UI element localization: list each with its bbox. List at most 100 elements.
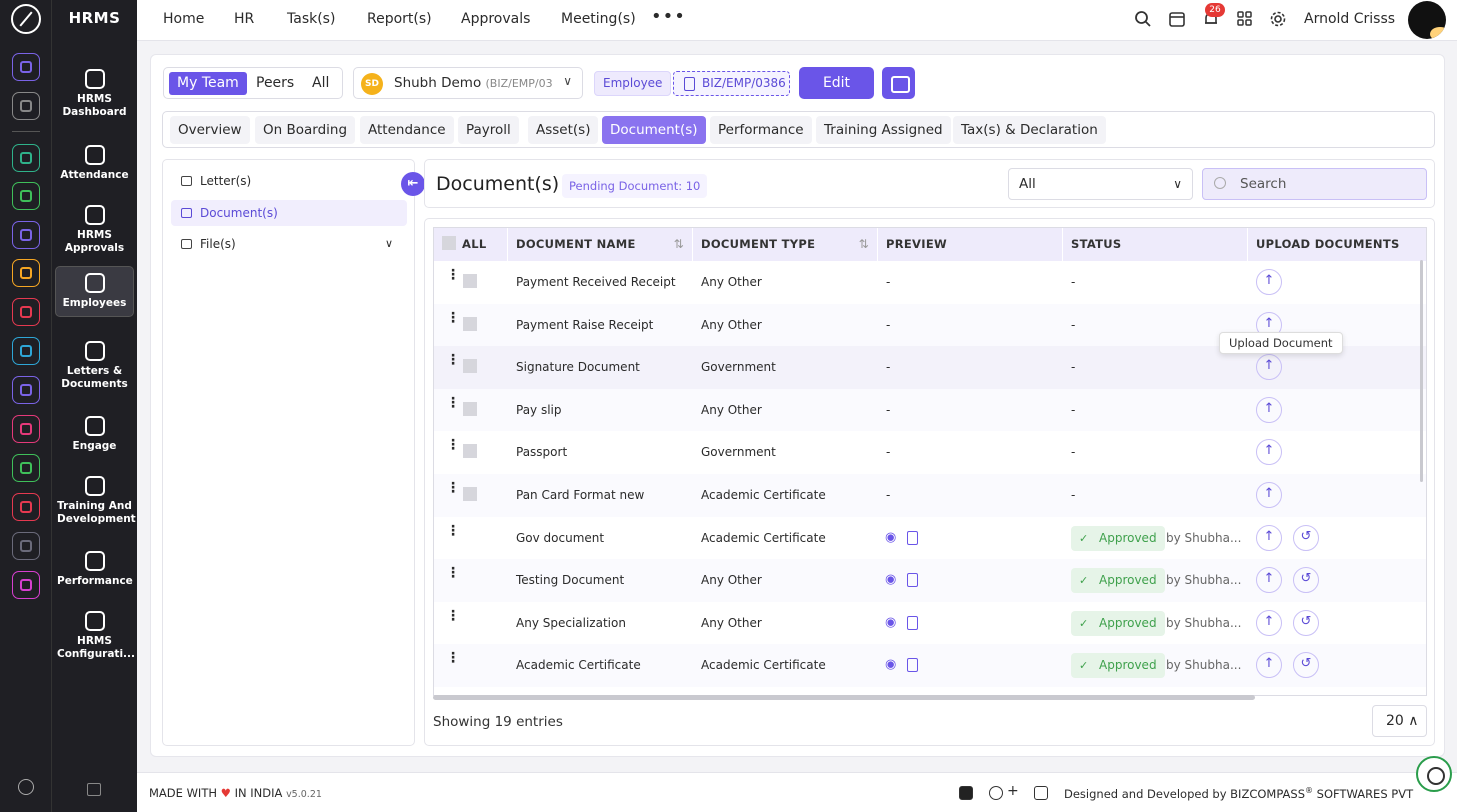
history-icon[interactable]: ↺ [1293, 609, 1319, 636]
sidebar-item[interactable]: Engage [55, 410, 134, 459]
tab-attendance[interactable]: Attendance [360, 116, 454, 144]
tab-training-assigned[interactable]: Training Assigned [816, 116, 951, 144]
nav-approvals[interactable]: Approvals [461, 11, 530, 27]
row-checkbox[interactable] [463, 274, 477, 288]
upload-icon[interactable]: ↑ [1256, 482, 1282, 508]
sidebar-item[interactable]: Attendance [55, 139, 134, 188]
team-switch-all[interactable]: All [304, 72, 337, 95]
page-size-select[interactable]: 20 ∧ [1372, 705, 1427, 737]
sidebar-item[interactable]: HRMS Configurati... [55, 605, 135, 667]
rail-search-icon[interactable] [18, 779, 34, 795]
row-menu-icon[interactable]: ⋮ [446, 311, 460, 325]
rail-app-button[interactable] [12, 337, 40, 365]
tab-overview[interactable]: Overview [170, 116, 250, 144]
nav-home[interactable]: Home [163, 11, 204, 27]
vertical-scrollbar[interactable] [1420, 260, 1423, 482]
row-menu-icon[interactable]: ⋮ [446, 566, 460, 580]
row-checkbox[interactable] [463, 359, 477, 374]
rail-app-button[interactable] [12, 221, 40, 249]
apps-grid-icon[interactable] [1236, 10, 1254, 28]
doc-menu-files[interactable]: File(s) ∨ [171, 231, 407, 257]
plus-icon[interactable]: + [1007, 783, 1019, 799]
history-icon[interactable]: ↺ [1293, 567, 1319, 594]
row-menu-icon[interactable]: ⋮ [446, 524, 460, 538]
employee-select[interactable]: SD Shubh Demo (BIZ/EMP/0386 ∨ [353, 67, 583, 99]
timer-clock-icon[interactable] [1416, 756, 1452, 792]
select-all-header[interactable]: ALL [434, 228, 508, 261]
sidebar-item[interactable]: Performance [55, 545, 134, 594]
doc-menu-documents[interactable]: Document(s) [171, 200, 407, 226]
row-checkbox[interactable] [463, 444, 477, 459]
select-all-checkbox[interactable] [442, 236, 456, 250]
windows-icon[interactable] [959, 786, 973, 800]
row-menu-icon[interactable]: ⋮ [446, 651, 460, 665]
tab-payroll[interactable]: Payroll [458, 116, 519, 144]
user-name[interactable]: Arnold Crisss [1304, 11, 1395, 27]
column-document-type[interactable]: DOCUMENT TYPE ⇅ [693, 228, 878, 261]
history-icon[interactable]: ↺ [1293, 652, 1319, 679]
nav-reports[interactable]: Report(s) [367, 11, 432, 27]
row-menu-icon[interactable]: ⋮ [446, 438, 460, 452]
eye-icon[interactable]: ◉ [885, 602, 896, 645]
rail-app-button[interactable] [12, 182, 40, 210]
upload-icon[interactable]: ↑ [1256, 269, 1282, 295]
download-file-icon[interactable] [907, 615, 918, 630]
rail-app-button[interactable] [12, 376, 40, 404]
upload-icon[interactable]: ↑ [1256, 396, 1282, 423]
id-card-button[interactable] [882, 67, 915, 99]
sort-icon[interactable]: ⇅ [859, 228, 869, 261]
collapse-menu-icon[interactable]: ⇤ [401, 172, 425, 196]
download-file-icon[interactable] [907, 573, 918, 588]
eye-icon[interactable]: ◉ [885, 559, 896, 602]
sort-icon[interactable]: ⇅ [674, 228, 684, 261]
sidebar-item[interactable]: HRMS Dashboard [55, 63, 134, 125]
sidebar-item[interactable]: Training And Development [55, 470, 136, 532]
tab-performance[interactable]: Performance [710, 116, 812, 144]
sidebar-item[interactable]: Letters & Documents [55, 335, 134, 397]
sidebar-item[interactable]: HRMS Approvals [55, 199, 134, 261]
rail-app-button[interactable] [12, 92, 40, 120]
upload-icon[interactable]: ↑ [1256, 439, 1282, 466]
rail-app-button[interactable] [12, 532, 40, 560]
avatar[interactable] [1408, 1, 1446, 39]
sidebar-toggle-icon[interactable] [87, 783, 101, 796]
nav-hr[interactable]: HR [234, 11, 254, 27]
download-file-icon[interactable] [907, 530, 918, 545]
ledger-icon[interactable] [1034, 786, 1048, 800]
row-menu-icon[interactable]: ⋮ [446, 268, 460, 282]
row-menu-icon[interactable]: ⋮ [446, 396, 460, 410]
document-filter-select[interactable]: All ∨ [1008, 168, 1193, 200]
upload-icon[interactable]: ↑ [1256, 652, 1282, 679]
history-icon[interactable]: ↺ [1293, 524, 1319, 551]
gear-icon[interactable] [1269, 10, 1287, 28]
download-file-icon[interactable] [907, 658, 918, 673]
rail-app-button[interactable] [12, 571, 40, 599]
upload-icon[interactable]: ↑ [1256, 524, 1282, 551]
support-icon[interactable] [989, 786, 1003, 800]
column-document-name[interactable]: DOCUMENT NAME ⇅ [508, 228, 693, 261]
horizontal-scrollbar[interactable] [433, 695, 1255, 700]
row-checkbox[interactable] [463, 487, 477, 501]
team-switch-peers[interactable]: Peers [248, 72, 302, 95]
rail-app-button[interactable] [12, 53, 40, 81]
search-input[interactable]: Search [1202, 168, 1427, 200]
row-menu-icon[interactable]: ⋮ [446, 353, 460, 367]
more-menu-icon[interactable]: ••• [651, 6, 686, 27]
rail-app-button[interactable] [12, 454, 40, 482]
eye-icon[interactable]: ◉ [885, 644, 896, 687]
tab-documents[interactable]: Document(s) [602, 116, 706, 144]
doc-menu-letters[interactable]: Letter(s) [171, 168, 407, 194]
tab-tax-declaration[interactable]: Tax(s) & Declaration [953, 116, 1106, 144]
sidebar-item[interactable]: Employees [55, 266, 134, 317]
tab-on-boarding[interactable]: On Boarding [255, 116, 356, 144]
rail-app-button[interactable] [12, 259, 40, 287]
tab-assets[interactable]: Asset(s) [528, 116, 599, 144]
employee-code-chip[interactable]: BIZ/EMP/0386 [673, 71, 790, 96]
edit-button[interactable]: Edit [799, 67, 874, 99]
eye-icon[interactable]: ◉ [885, 517, 896, 560]
row-checkbox[interactable] [463, 401, 477, 416]
search-icon[interactable] [1134, 10, 1152, 28]
nav-tasks[interactable]: Task(s) [287, 11, 335, 27]
app-logo-icon[interactable] [11, 4, 41, 34]
calendar-icon[interactable] [1168, 10, 1186, 28]
